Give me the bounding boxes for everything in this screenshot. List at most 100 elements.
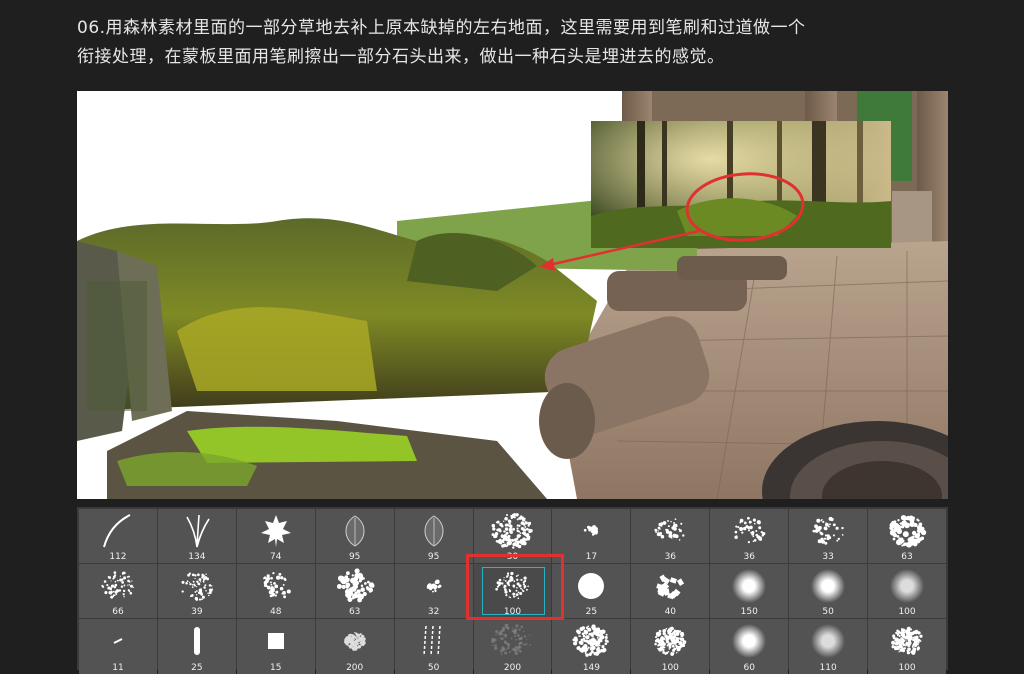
hard-square-icon	[267, 633, 284, 649]
brush-size-label: 36	[664, 552, 677, 562]
brush-size-label: 63	[901, 552, 913, 562]
brush-preset-17[interactable]: 100	[473, 564, 552, 618]
selection-outline	[481, 567, 546, 615]
brush-preset-30[interactable]: 100	[631, 619, 710, 674]
brush-preset-29[interactable]: 149	[552, 619, 631, 674]
scatter-dots-icon	[181, 572, 213, 601]
grass-blades-icon	[186, 514, 210, 548]
brush-size-label: 60	[743, 663, 755, 673]
hard-round-icon	[578, 573, 605, 599]
brush-preset-28[interactable]: 200	[473, 619, 552, 674]
brush-preset-21[interactable]: 50	[789, 564, 868, 618]
soft-round-icon	[732, 624, 767, 658]
brush-preset-13[interactable]: 39	[157, 564, 236, 618]
splatter-small-icon	[426, 579, 441, 593]
faint-texture-icon	[491, 623, 532, 656]
brush-preset-20[interactable]: 150	[710, 564, 789, 618]
brush-size-label: 95	[348, 552, 361, 562]
vertical-stroke-icon	[193, 627, 200, 655]
soft-round-dark-icon	[890, 569, 925, 603]
texture-column-icon	[343, 631, 366, 651]
brush-preset-23[interactable]: 11	[79, 619, 157, 674]
scatter-dots-icon	[101, 571, 134, 599]
brush-size-label: 48	[270, 607, 282, 617]
instruction-text: 06.用森林素材里面的一部分草地去补上原本缺掉的左右地面，这里需要用到笔刷和过道…	[77, 14, 957, 72]
brush-size-label: 110	[819, 663, 837, 673]
brush-size-label: 112	[109, 552, 127, 562]
brush-size-label: 33	[822, 552, 834, 562]
brush-size-label: 150	[740, 607, 758, 617]
brush-preset-panel: 112 134 74 95 95 30 17 36 36 33 63 66 39 48 63 32 100 25 4…	[77, 507, 948, 674]
brush-preset-26[interactable]: 200	[315, 619, 394, 674]
brush-size-label: 25	[585, 607, 598, 617]
brush-size-label: 74	[270, 552, 282, 562]
brush-preset-15[interactable]: 63	[315, 564, 394, 618]
brush-preset-11[interactable]: 63	[868, 509, 946, 563]
brush-preset-7[interactable]: 17	[552, 509, 631, 563]
brush-preset-4[interactable]: 95	[315, 509, 394, 563]
brush-size-label: 50	[822, 607, 834, 617]
brush-preset-5[interactable]: 95	[394, 509, 473, 563]
brush-preset-27[interactable]: 50	[394, 619, 473, 674]
chunk-scatter-icon	[656, 574, 685, 600]
brush-size-label: 100	[898, 607, 916, 617]
tiny-stroke-icon	[113, 638, 123, 644]
brush-preset-10[interactable]: 33	[789, 509, 868, 563]
brush-preset-18[interactable]: 25	[552, 564, 631, 618]
soft-round-icon	[732, 569, 767, 603]
brush-preset-33[interactable]: 100	[868, 619, 946, 674]
brush-preset-19[interactable]: 40	[631, 564, 710, 618]
brush-preset-14[interactable]: 48	[236, 564, 315, 618]
brush-size-label: 200	[346, 663, 364, 673]
brush-size-label: 11	[112, 663, 124, 673]
brush-size-label: 39	[191, 607, 203, 617]
brush-size-label: 134	[188, 552, 206, 562]
brush-preset-32[interactable]: 110	[789, 619, 868, 674]
brush-size-label: 66	[112, 607, 124, 617]
brush-preset-25[interactable]: 15	[236, 619, 315, 674]
instruction-line-2: 衔接处理，在蒙板里面用笔刷擦出一部分石头出来，做出一种石头是埋进去的感觉。	[77, 47, 725, 67]
splatter-icon	[654, 518, 685, 541]
leaf-outline-icon	[345, 515, 365, 547]
brush-size-label: 40	[664, 607, 677, 617]
splatter-large-icon	[336, 568, 375, 603]
brush-size-label: 25	[191, 663, 203, 673]
instruction-line-1: 06.用森林素材里面的一部分草地去补上原本缺掉的左右地面，这里需要用到笔刷和过道…	[77, 18, 806, 38]
brush-preset-22[interactable]: 100	[868, 564, 946, 618]
leaf-texture-icon	[572, 624, 610, 657]
brush-size-label: 50	[427, 663, 440, 673]
leaf-outline-icon	[424, 515, 444, 547]
rain-streaks-icon	[422, 625, 441, 657]
maple-leaf-icon	[260, 515, 291, 547]
texture-square-icon	[492, 513, 534, 549]
brush-preset-8[interactable]: 36	[631, 509, 710, 563]
brush-preset-2[interactable]: 134	[157, 509, 236, 563]
brush-preset-16[interactable]: 32	[394, 564, 473, 618]
soft-round-icon	[811, 569, 846, 603]
brush-preset-1[interactable]: 112	[79, 509, 157, 563]
composite-scene-image	[77, 91, 948, 499]
brush-size-label: 95	[427, 552, 440, 562]
brush-preset-6[interactable]: 30	[473, 509, 552, 563]
brush-preset-24[interactable]: 25	[157, 619, 236, 674]
noise-round-icon	[891, 626, 923, 655]
splatter-small-icon	[584, 525, 599, 536]
brush-preset-9[interactable]: 36	[710, 509, 789, 563]
brush-size-label: 100	[898, 663, 916, 673]
splatter-large-icon	[889, 515, 927, 548]
brush-size-label: 17	[585, 552, 598, 562]
brush-preset-3[interactable]: 74	[236, 509, 315, 563]
splatter-icon	[734, 516, 766, 544]
brush-preset-12[interactable]: 66	[79, 564, 157, 618]
splatter-icon	[812, 516, 844, 545]
soft-round-dark-icon	[811, 624, 846, 658]
splatter-icon	[262, 571, 291, 599]
noise-round-icon	[654, 626, 687, 656]
brush-size-label: 200	[503, 663, 522, 673]
brush-size-label: 100	[661, 663, 679, 673]
brush-size-label: 63	[348, 607, 361, 617]
brush-preset-31[interactable]: 60	[710, 619, 789, 674]
brush-size-label: 32	[427, 607, 440, 617]
brush-size-label: 15	[270, 663, 282, 673]
brush-size-label: 30	[506, 552, 519, 562]
